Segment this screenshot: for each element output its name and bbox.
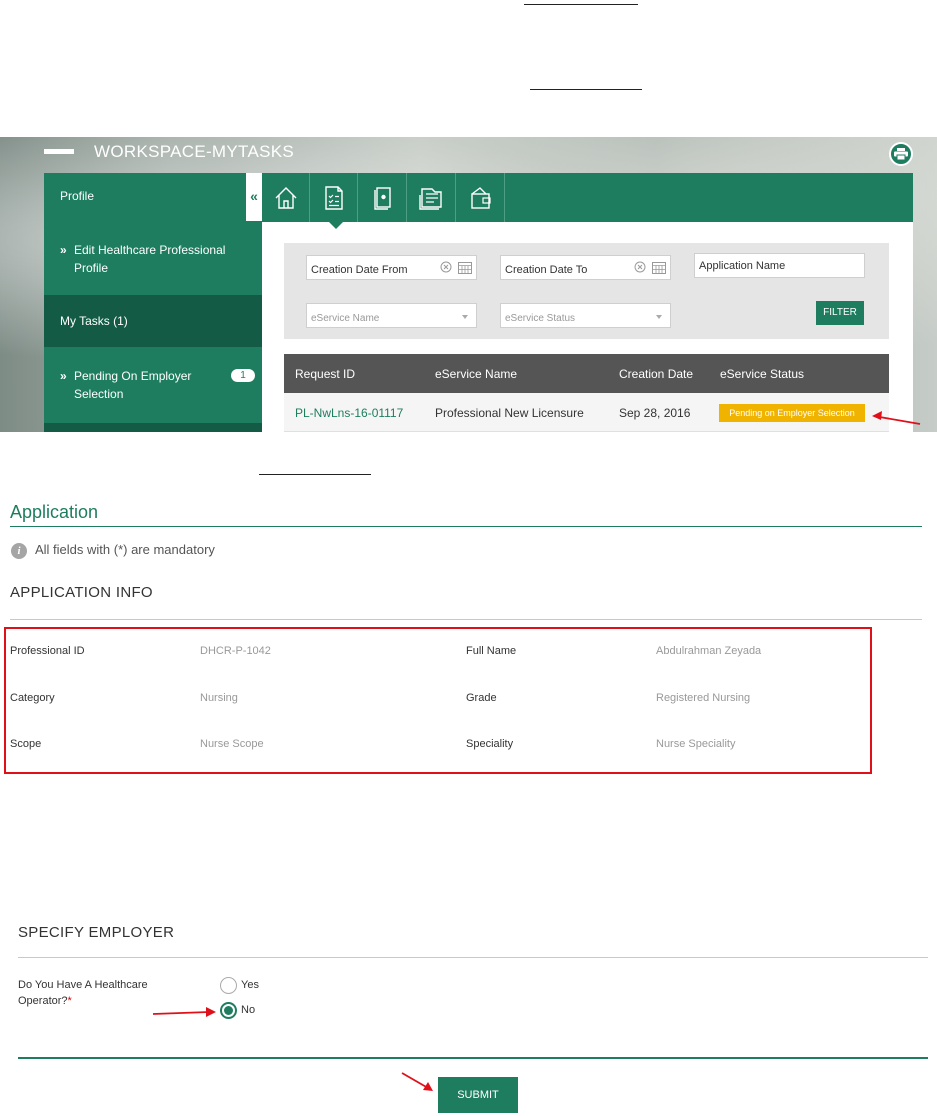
folders-icon [418, 187, 442, 210]
category-label: Category [10, 692, 55, 704]
eservice-status-select[interactable]: eService Status [500, 303, 671, 328]
professional-id-label: Professional ID [10, 645, 85, 657]
sidebar-item-more [44, 423, 262, 432]
column-request-id[interactable]: Request ID [295, 367, 355, 381]
application-name-input[interactable]: Application Name [694, 253, 865, 278]
calendar-icon[interactable] [652, 261, 666, 274]
radio-yes-label[interactable]: Yes [241, 979, 259, 991]
sidebar: Profile « » Edit Healthcare Professional… [44, 173, 262, 432]
status-badge: Pending on Employer Selection [719, 404, 865, 422]
speciality-label: Speciality [466, 738, 514, 750]
specify-employer-divider [18, 957, 928, 958]
sidebar-pending-label: Pending On Employer Selection [74, 369, 192, 401]
tab-bar [262, 173, 913, 222]
submit-button[interactable]: SUBMIT [438, 1077, 518, 1113]
scope-value: Nurse Scope [200, 738, 264, 750]
column-creation-date[interactable]: Creation Date [619, 367, 693, 381]
application-name-label: Application Name [699, 260, 786, 272]
sidebar-collapse-button[interactable]: « [246, 173, 262, 221]
speciality-value: Nurse Speciality [656, 738, 736, 750]
application-title: Application [10, 502, 99, 522]
print-icon[interactable] [889, 142, 913, 166]
creation-date-from-input[interactable]: Creation Date From [306, 255, 477, 280]
grade-label: Grade [466, 692, 497, 704]
workspace-main: Creation Date From Creation Date To Appl… [262, 173, 913, 432]
full-name-value: Abdulrahman Zeyada [656, 645, 762, 657]
workspace-screenshot: WORKSPACE-MYTASKS Profile « » Edit Healt… [0, 137, 937, 432]
document-icon [373, 186, 391, 210]
application-info-heading: APPLICATION INFO [10, 584, 153, 601]
creation-date-cell: Sep 28, 2016 [619, 406, 691, 420]
pending-count-badge: 1 [231, 369, 255, 382]
workspace-title: WORKSPACE-MYTASKS [94, 142, 294, 161]
scope-label: Scope [10, 738, 42, 750]
tasks-icon [324, 185, 343, 210]
chevron-down-icon [656, 315, 662, 319]
creation-date-from-label: Creation Date From [311, 264, 408, 276]
eservice-status-label: eService Status [505, 313, 576, 324]
chevron-right-icon: » [60, 369, 67, 383]
underline-decoration-3 [259, 474, 371, 475]
underline-decoration-2 [530, 89, 642, 90]
sidebar-item-my-tasks[interactable]: My Tasks (1) [44, 295, 262, 347]
arrow-submit [401, 1072, 433, 1091]
clear-icon[interactable] [440, 261, 452, 273]
sidebar-edit-profile-label: Edit Healthcare Professional Profile [74, 243, 226, 275]
filter-panel: Creation Date From Creation Date To Appl… [284, 243, 889, 339]
eservice-name-cell: Professional New Licensure [435, 406, 584, 420]
tab-tasks[interactable] [310, 173, 358, 222]
tab-wallet[interactable] [457, 173, 505, 222]
underline-decoration-1 [524, 4, 638, 5]
sidebar-item-edit-profile[interactable]: » Edit Healthcare Professional Profile [44, 221, 262, 295]
radio-no[interactable] [220, 1002, 237, 1019]
table-row[interactable]: PL-NwLns-16-01117 Professional New Licen… [284, 393, 889, 432]
application-info-divider [10, 619, 922, 620]
sidebar-item-pending[interactable]: » Pending On Employer Selection 1 [44, 347, 262, 423]
clear-icon[interactable] [634, 261, 646, 273]
chevron-right-icon: » [60, 243, 67, 257]
column-eservice-status[interactable]: eService Status [720, 367, 804, 381]
full-name-label: Full Name [466, 645, 517, 657]
creation-date-to-label: Creation Date To [505, 264, 588, 276]
request-id-link[interactable]: PL-NwLns-16-01117 [295, 406, 403, 420]
tab-document[interactable] [359, 173, 407, 222]
category-value: Nursing [200, 692, 238, 704]
filter-button[interactable]: FILTER [816, 301, 864, 325]
tab-folders[interactable] [408, 173, 456, 222]
question-text: Do You Have A Healthcare Operator? [18, 979, 148, 1007]
sidebar-item-profile[interactable]: Profile [44, 173, 262, 221]
grade-value: Registered Nursing [656, 692, 751, 704]
radio-no-label[interactable]: No [241, 1004, 255, 1016]
sidebar-profile-label: Profile [60, 189, 95, 203]
radio-yes[interactable] [220, 977, 237, 994]
specify-employer-heading: SPECIFY EMPLOYER [18, 924, 175, 941]
chevron-down-icon [462, 315, 468, 319]
column-eservice-name[interactable]: eService Name [435, 367, 517, 381]
professional-id-value: DHCR-P-1042 [200, 645, 271, 657]
wallet-icon [470, 186, 491, 209]
form-footer-divider [18, 1057, 928, 1059]
healthcare-operator-question: Do You Have A Healthcare Operator?* [18, 977, 178, 1009]
menu-icon[interactable] [44, 149, 74, 154]
sidebar-my-tasks-label: My Tasks (1) [60, 314, 128, 328]
mandatory-note: All fields with (*) are mandatory [35, 542, 215, 557]
creation-date-to-input[interactable]: Creation Date To [500, 255, 671, 280]
required-mark: * [67, 995, 72, 1007]
info-icon: i [11, 543, 27, 559]
active-tab-caret [329, 222, 343, 229]
table-header: Request ID eService Name Creation Date e… [284, 354, 889, 393]
eservice-name-select[interactable]: eService Name [306, 303, 477, 328]
eservice-name-label: eService Name [311, 313, 380, 324]
tab-home[interactable] [262, 173, 310, 222]
home-icon [275, 186, 296, 209]
calendar-icon[interactable] [458, 261, 472, 274]
application-divider [10, 526, 922, 527]
